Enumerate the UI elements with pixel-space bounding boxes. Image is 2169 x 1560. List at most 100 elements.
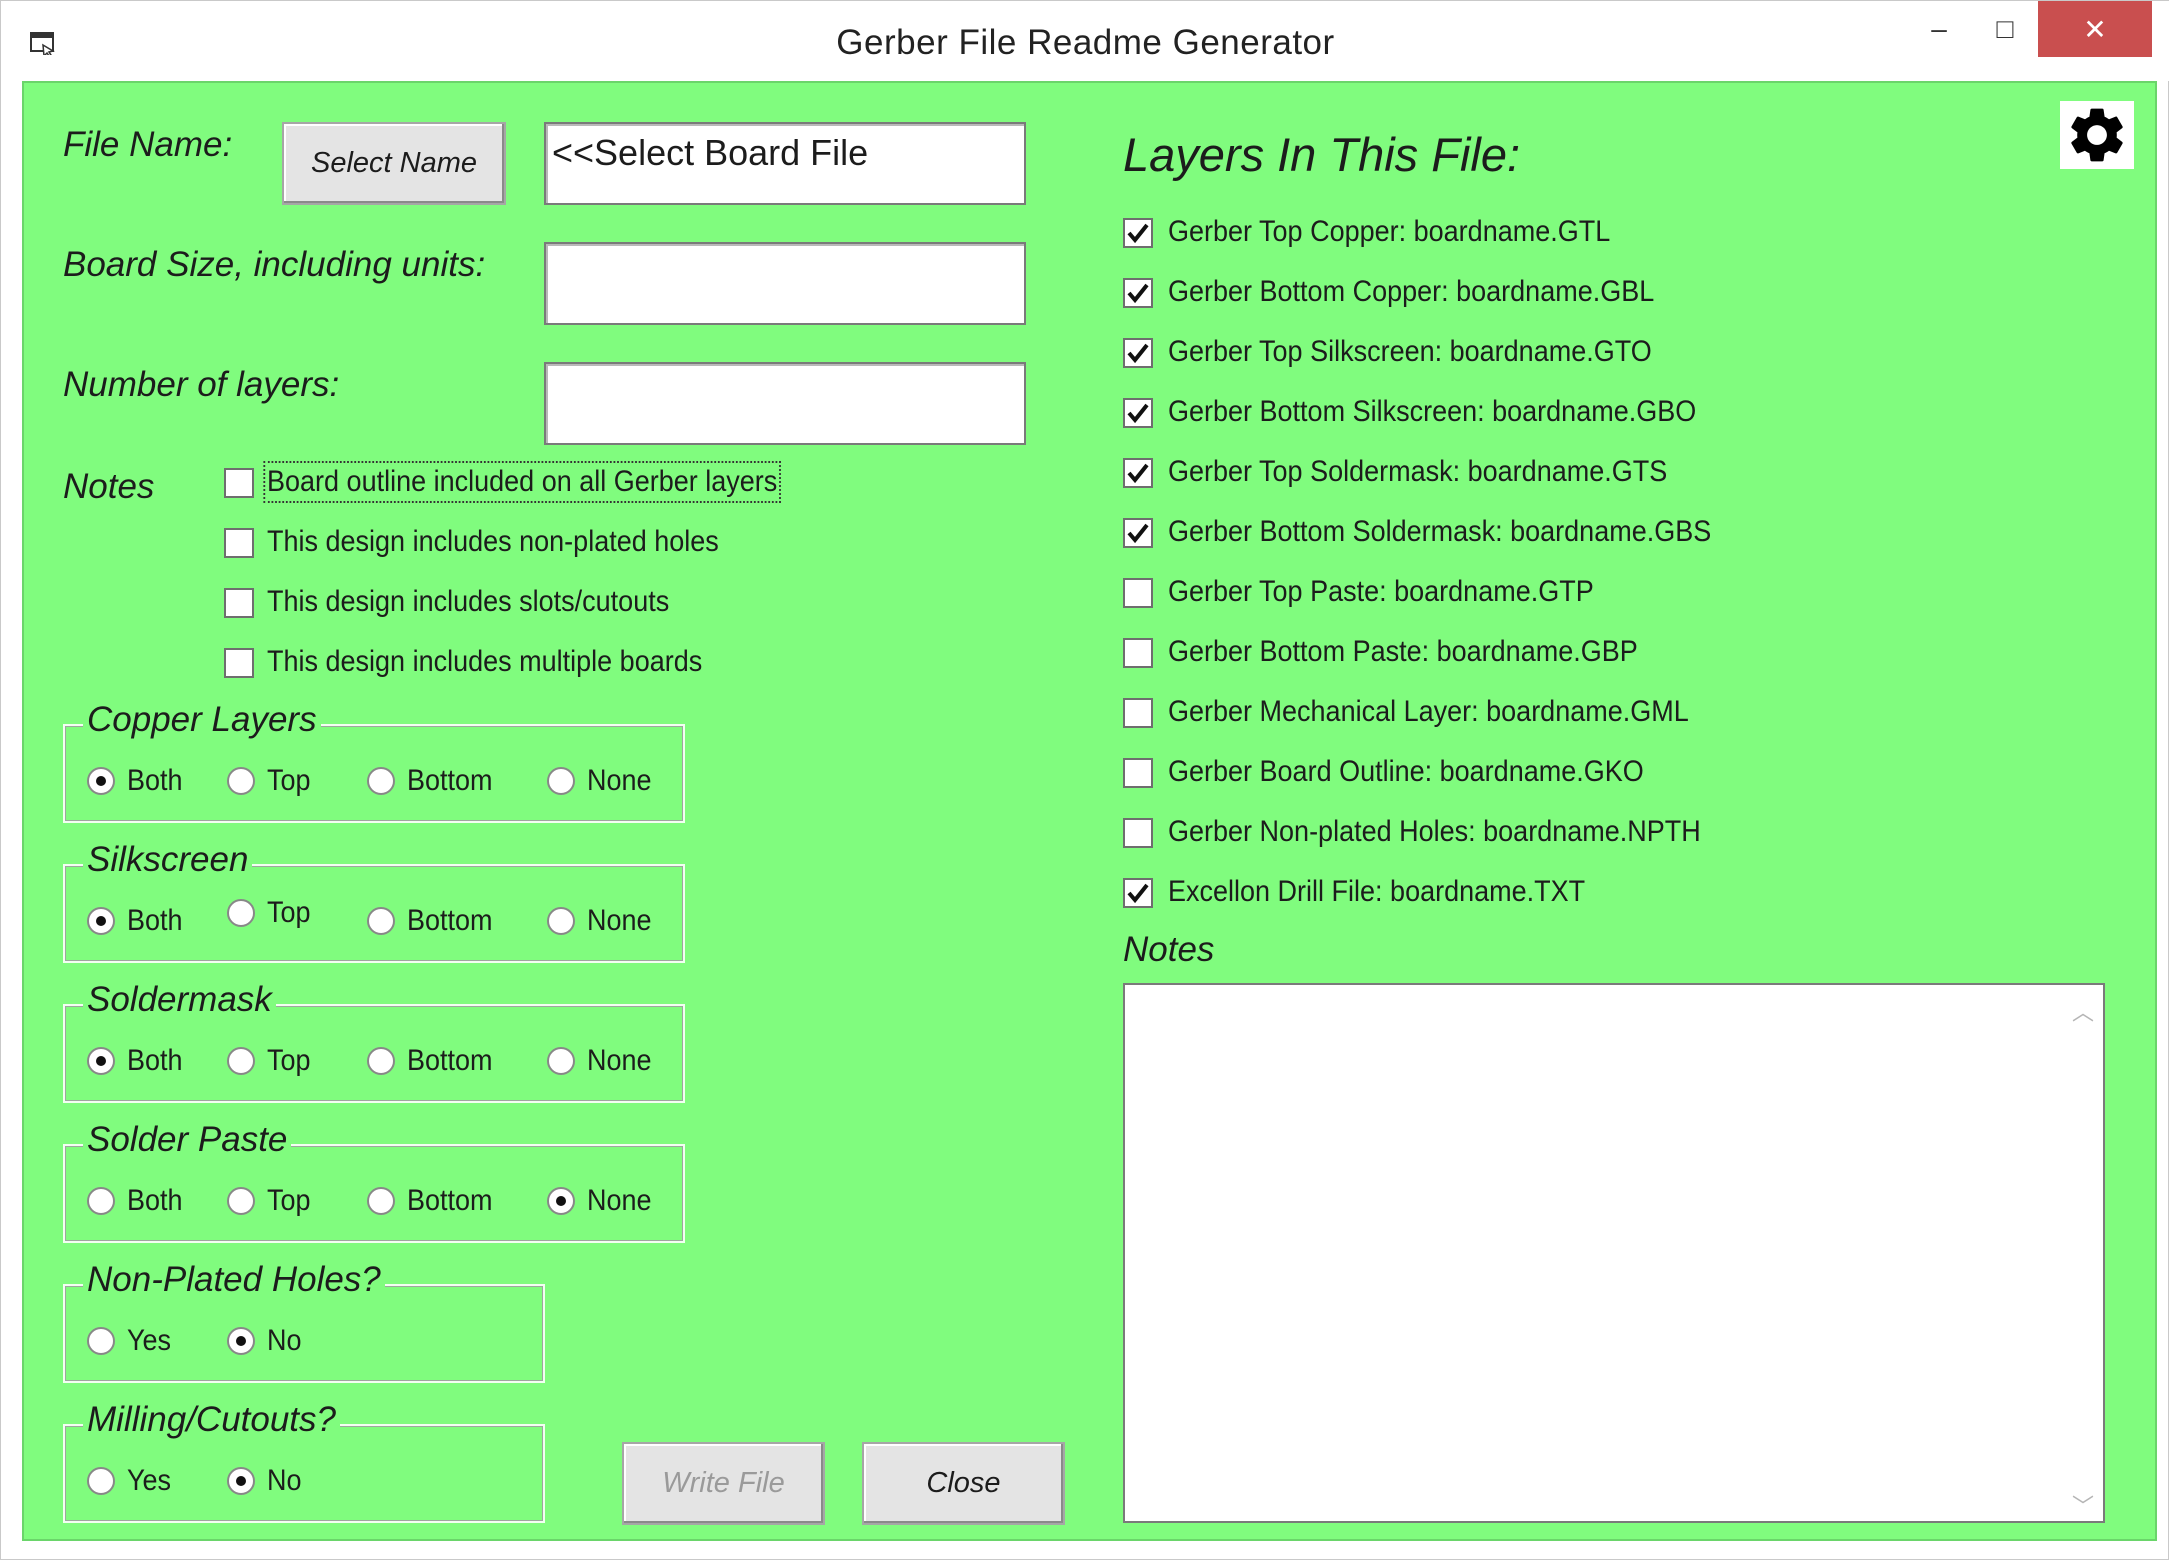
npth-no-radio[interactable] — [227, 1327, 255, 1355]
gear-icon — [2071, 108, 2123, 162]
paste-bottom-radio[interactable] — [367, 1187, 395, 1215]
scroll-up-icon[interactable]: ︿ — [2069, 995, 2097, 1025]
soldermask-none-radio[interactable] — [547, 1047, 575, 1075]
paste-both-label[interactable]: Both — [127, 1184, 183, 1218]
soldermask-title: Soldermask — [83, 980, 276, 1020]
silkscreen-bottom-label[interactable]: Bottom — [407, 904, 493, 938]
silkscreen-both-radio[interactable] — [87, 907, 115, 935]
notes-textarea[interactable]: ︿ ﹀ — [1123, 983, 2105, 1523]
paste-top-label[interactable]: Top — [267, 1184, 311, 1218]
settings-button[interactable] — [2060, 101, 2134, 169]
layer-checkbox-npth[interactable] — [1123, 818, 1153, 848]
copper-none-label[interactable]: None — [587, 764, 652, 798]
npth-yes-radio[interactable] — [87, 1327, 115, 1355]
copper-top-label[interactable]: Top — [267, 764, 311, 798]
layer-label-gko[interactable]: Gerber Board Outline: boardname.GKO — [1168, 755, 1644, 789]
npth-yes-label[interactable]: Yes — [127, 1324, 171, 1358]
close-button[interactable]: Close — [862, 1442, 1065, 1525]
silkscreen-none-radio[interactable] — [547, 907, 575, 935]
paste-both-radio[interactable] — [87, 1187, 115, 1215]
solder-paste-title: Solder Paste — [83, 1120, 292, 1160]
layer-label-gts[interactable]: Gerber Top Soldermask: boardname.GTS — [1168, 455, 1667, 489]
layer-label-gbp[interactable]: Gerber Bottom Paste: boardname.GBP — [1168, 635, 1638, 669]
copper-bottom-label[interactable]: Bottom — [407, 764, 493, 798]
soldermask-none-label[interactable]: None — [587, 1044, 652, 1078]
paste-bottom-label[interactable]: Bottom — [407, 1184, 493, 1218]
window-title: Gerber File Readme Generator — [836, 23, 1335, 62]
checkmark-icon — [1127, 343, 1149, 364]
num-layers-label: Number of layers: — [63, 365, 340, 404]
copper-none-radio[interactable] — [547, 767, 575, 795]
layer-label-gtp[interactable]: Gerber Top Paste: boardname.GTP — [1168, 575, 1594, 609]
non-plated-holes-checkbox[interactable] — [224, 528, 254, 558]
layers-title: Layers In This File: — [1123, 128, 1521, 181]
scroll-down-icon[interactable]: ﹀ — [2069, 1489, 2097, 1519]
board-outline-label[interactable]: Board outline included on all Gerber lay… — [263, 461, 781, 503]
soldermask-bottom-radio[interactable] — [367, 1047, 395, 1075]
copper-both-radio[interactable] — [87, 767, 115, 795]
layer-checkbox-gbo[interactable] — [1123, 398, 1153, 428]
milling-cutouts-title: Milling/Cutouts? — [83, 1400, 340, 1440]
layer-label-gto[interactable]: Gerber Top Silkscreen: boardname.GTO — [1168, 335, 1652, 369]
write-file-button[interactable]: Write File — [622, 1442, 825, 1525]
soldermask-bottom-label[interactable]: Bottom — [407, 1044, 493, 1078]
board-outline-checkbox[interactable] — [224, 468, 254, 498]
layer-checkbox-gko[interactable] — [1123, 758, 1153, 788]
layer-label-gml[interactable]: Gerber Mechanical Layer: boardname.GML — [1168, 695, 1689, 729]
layer-label-npth[interactable]: Gerber Non-plated Holes: boardname.NPTH — [1168, 815, 1701, 849]
soldermask-top-label[interactable]: Top — [267, 1044, 311, 1078]
slots-cutouts-checkbox[interactable] — [224, 588, 254, 618]
milling-no-label[interactable]: No — [267, 1464, 302, 1498]
layer-checkbox-gbl[interactable] — [1123, 278, 1153, 308]
soldermask-both-label[interactable]: Both — [127, 1044, 183, 1078]
silkscreen-top-radio[interactable] — [227, 899, 255, 927]
select-name-button[interactable]: Select Name — [282, 122, 506, 205]
checkmark-icon — [1127, 523, 1149, 544]
silkscreen-none-label[interactable]: None — [587, 904, 652, 938]
layer-checkbox-txt[interactable] — [1123, 878, 1153, 908]
copper-bottom-radio[interactable] — [367, 767, 395, 795]
layer-checkbox-gbp[interactable] — [1123, 638, 1153, 668]
app-window: Gerber File Readme Generator – □ ✕ File … — [0, 0, 2169, 1560]
multiple-boards-label[interactable]: This design includes multiple boards — [267, 645, 702, 679]
notes-label: Notes — [1123, 930, 1215, 969]
checkmark-icon — [1127, 283, 1149, 304]
npth-no-label[interactable]: No — [267, 1324, 302, 1358]
copper-top-radio[interactable] — [227, 767, 255, 795]
layer-label-gbl[interactable]: Gerber Bottom Copper: boardname.GBL — [1168, 275, 1654, 309]
milling-yes-label[interactable]: Yes — [127, 1464, 171, 1498]
close-window-button[interactable]: ✕ — [2038, 1, 2152, 57]
layer-label-gbs[interactable]: Gerber Bottom Soldermask: boardname.GBS — [1168, 515, 1711, 549]
title-bar[interactable]: Gerber File Readme Generator – □ ✕ — [1, 1, 2169, 81]
notes-options-label: Notes — [63, 467, 155, 506]
copper-layers-title: Copper Layers — [83, 700, 321, 740]
layer-checkbox-gbs[interactable] — [1123, 518, 1153, 548]
layer-checkbox-gto[interactable] — [1123, 338, 1153, 368]
milling-no-radio[interactable] — [227, 1467, 255, 1495]
paste-top-radio[interactable] — [227, 1187, 255, 1215]
checkmark-icon — [1127, 403, 1149, 424]
silkscreen-title: Silkscreen — [83, 840, 253, 880]
num-layers-field[interactable] — [544, 362, 1026, 445]
silkscreen-both-label[interactable]: Both — [127, 904, 183, 938]
file-name-field[interactable]: <<Select Board File — [544, 122, 1026, 205]
copper-both-label[interactable]: Both — [127, 764, 183, 798]
slots-cutouts-label[interactable]: This design includes slots/cutouts — [267, 585, 669, 619]
paste-none-label[interactable]: None — [587, 1184, 652, 1218]
non-plated-holes-label[interactable]: This design includes non-plated holes — [267, 525, 719, 559]
layer-checkbox-gtl[interactable] — [1123, 218, 1153, 248]
layer-label-gbo[interactable]: Gerber Bottom Silkscreen: boardname.GBO — [1168, 395, 1696, 429]
soldermask-top-radio[interactable] — [227, 1047, 255, 1075]
silkscreen-bottom-radio[interactable] — [367, 907, 395, 935]
milling-yes-radio[interactable] — [87, 1467, 115, 1495]
layer-label-txt[interactable]: Excellon Drill File: boardname.TXT — [1168, 875, 1585, 909]
layer-checkbox-gts[interactable] — [1123, 458, 1153, 488]
board-size-field[interactable] — [544, 242, 1026, 325]
multiple-boards-checkbox[interactable] — [224, 648, 254, 678]
layer-label-gtl[interactable]: Gerber Top Copper: boardname.GTL — [1168, 215, 1610, 249]
layer-checkbox-gtp[interactable] — [1123, 578, 1153, 608]
paste-none-radio[interactable] — [547, 1187, 575, 1215]
silkscreen-top-label[interactable]: Top — [267, 896, 311, 930]
soldermask-both-radio[interactable] — [87, 1047, 115, 1075]
layer-checkbox-gml[interactable] — [1123, 698, 1153, 728]
